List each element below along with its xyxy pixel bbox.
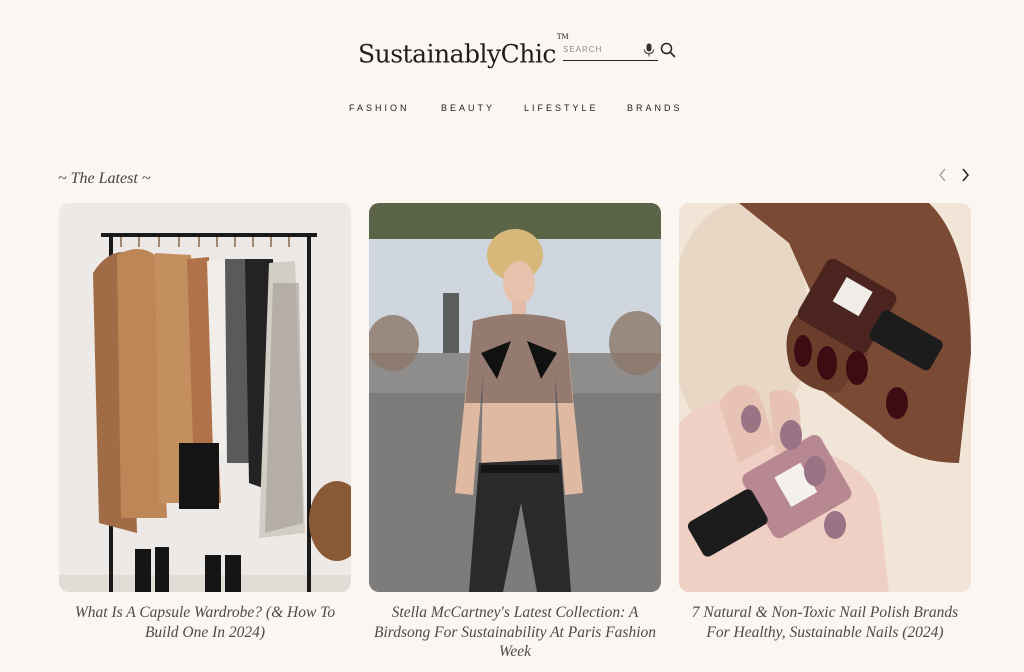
carousel-prev-arrow-icon[interactable] (935, 166, 951, 184)
article-title[interactable]: What Is A Capsule Wardrobe? (& How To Bu… (59, 603, 351, 642)
microphone-icon[interactable] (643, 43, 655, 57)
article-title[interactable]: Stella McCartney's Latest Collection: A … (369, 603, 661, 662)
logo-text: SustainablyChic (358, 39, 556, 69)
search-icon[interactable] (660, 42, 676, 58)
nav-item-lifestyle[interactable]: LIFESTYLE (524, 100, 599, 116)
search-box (563, 41, 658, 61)
site-logo[interactable]: SustainablyChicTM (358, 33, 569, 71)
site-header: SustainablyChicTM (0, 0, 1024, 90)
logo-trademark: TM (556, 33, 569, 41)
article-card[interactable]: Stella McCartney's Latest Collection: A … (369, 203, 661, 672)
nav-item-fashion[interactable]: FASHION (349, 100, 410, 116)
article-image-nail-polish[interactable] (679, 203, 971, 592)
nav-item-beauty[interactable]: BEAUTY (441, 100, 495, 116)
main-nav: FASHION BEAUTY LIFESTYLE BRANDS (0, 100, 1024, 116)
carousel-next-arrow-icon[interactable] (957, 166, 973, 184)
article-card[interactable]: 7 Natural & Non-Toxic Nail Polish Brands… (679, 203, 971, 672)
nav-item-brands[interactable]: BRANDS (627, 100, 683, 116)
article-image-wardrobe[interactable] (59, 203, 351, 592)
article-title[interactable]: 7 Natural & Non-Toxic Nail Polish Brands… (679, 603, 971, 642)
article-card[interactable]: What Is A Capsule Wardrobe? (& How To Bu… (59, 203, 351, 672)
article-image-runway[interactable] (369, 203, 661, 592)
search-input[interactable] (563, 41, 641, 58)
section-title-latest: ~ The Latest ~ (58, 170, 151, 187)
